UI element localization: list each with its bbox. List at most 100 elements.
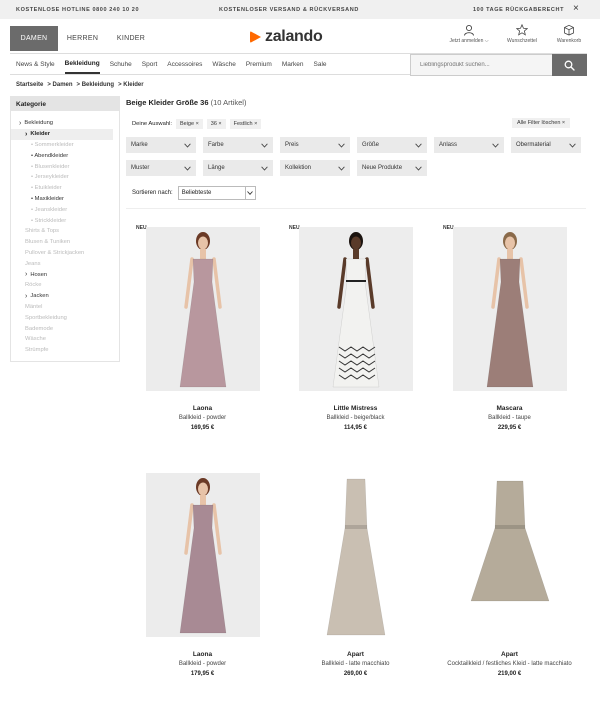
search-button[interactable]: [552, 54, 587, 76]
sidebar-item[interactable]: › Kleider: [11, 128, 113, 140]
filter-dropdown[interactable]: Muster: [126, 160, 196, 176]
sidebar-item[interactable]: • Blusenkleider: [11, 161, 119, 172]
nav-sport[interactable]: Sport: [142, 54, 158, 74]
filter-dropdown[interactable]: Farbe: [203, 137, 273, 153]
sidebar-item[interactable]: • Jerseykleider: [11, 172, 119, 183]
filter-chip-beige[interactable]: Beige ×: [175, 119, 203, 129]
product-image[interactable]: [453, 473, 567, 637]
tab-herren[interactable]: HERREN: [58, 26, 107, 51]
sidebar-item[interactable]: › Bekleidung: [11, 118, 119, 129]
wishlist-button[interactable]: Wunschzettel: [499, 24, 545, 44]
sidebar-item-label: Röcke: [25, 282, 42, 289]
breadcrumb-startseite[interactable]: Startseite: [16, 82, 43, 88]
tab-damen[interactable]: DAMEN: [10, 26, 58, 51]
filter-chip-festlich[interactable]: Festlich ×: [229, 119, 262, 129]
nav-sale[interactable]: Sale: [314, 54, 327, 74]
sidebar-item[interactable]: • Sommerkleider: [11, 140, 119, 151]
filter-label: Anlass: [439, 142, 458, 148]
sidebar-item[interactable]: Mäntel: [11, 302, 119, 313]
product-brand: Laona: [192, 405, 213, 412]
product-card[interactable]: NEU Laona Ballkleid - powder 169,95 €: [126, 222, 279, 452]
top-info-bar: KOSTENLOSE HOTLINE 0800 240 10 20 KOSTEN…: [0, 0, 600, 19]
filter-dropdown[interactable]: Obermaterial: [511, 137, 581, 153]
filter-dropdown[interactable]: Neue Produkte: [357, 160, 427, 176]
sidebar-item-label: Wäsche: [25, 336, 46, 343]
filter-dropdown[interactable]: Größe: [357, 137, 427, 153]
product-image[interactable]: [299, 227, 413, 391]
filter-row-2: Muster Länge Kollektion Neue Produkte: [126, 160, 586, 176]
product-price: 229,95 €: [497, 425, 522, 431]
product-card[interactable]: NEU Little Mistress Ballkleid - beige/blac…: [279, 222, 432, 452]
product-card[interactable]: Apart Cocktailkleid / festliches Kleid - …: [433, 468, 586, 698]
product-brand: Apart: [501, 651, 518, 658]
product-brand: Apart: [347, 651, 364, 658]
sidebar-item-label: Strümpfe: [25, 347, 49, 354]
sidebar-item[interactable]: › Jacken: [11, 291, 119, 302]
sidebar-item[interactable]: › Hosen: [11, 269, 119, 280]
sidebar-item[interactable]: Bademode: [11, 323, 119, 334]
sidebar-list: › Bekleidung › Kleider • Sommerkleider • Aben…: [11, 111, 119, 356]
sidebar-item[interactable]: Sportbekleidung: [11, 312, 119, 323]
product-card[interactable]: Apart Ballkleid - latte macchiato 269,00 €: [279, 468, 432, 698]
breadcrumb-bekleidung[interactable]: > Bekleidung: [77, 82, 115, 88]
reset-filters-button[interactable]: Alle Filter löschen ×: [512, 118, 571, 128]
product-image[interactable]: [299, 473, 413, 637]
sidebar-item[interactable]: • Jeanskleider: [11, 204, 119, 215]
nav-waesche[interactable]: Wäsche: [212, 54, 235, 74]
filter-dropdown[interactable]: Marke: [126, 137, 196, 153]
search-input[interactable]: [410, 54, 552, 76]
sidebar-item-label: Mäntel: [25, 303, 43, 310]
tab-kinder[interactable]: KINDER: [107, 26, 155, 51]
divider: [126, 208, 586, 209]
sidebar-item[interactable]: Shirts & Tops: [11, 226, 119, 237]
product-name: Ballkleid - latte macchiato: [321, 661, 390, 667]
sidebar-item[interactable]: Strümpfe: [11, 345, 119, 356]
filter-dropdown[interactable]: Anlass: [434, 137, 504, 153]
login-button[interactable]: Jetzt anmelden ⌵: [446, 24, 492, 44]
nav-marken[interactable]: Marken: [282, 54, 304, 74]
filter-dropdown[interactable]: Kollektion: [280, 160, 350, 176]
nav-accessoires[interactable]: Accessoires: [167, 54, 202, 74]
results-count: (10 Artikel): [210, 98, 247, 107]
sidebar-item[interactable]: Pullover & Strickjacken: [11, 248, 119, 259]
wishlist-label: Wunschzettel: [507, 38, 537, 44]
sidebar-item[interactable]: Blusen & Tuniken: [11, 237, 119, 248]
breadcrumb-kleider: > Kleider: [118, 82, 144, 88]
filter-dropdown[interactable]: Länge: [203, 160, 273, 176]
search-icon: [564, 60, 575, 71]
product-card[interactable]: Laona Ballkleid - powder 179,95 €: [126, 468, 279, 698]
chevron-down-icon: [415, 142, 422, 148]
sidebar-item[interactable]: • Abendkleider: [11, 150, 119, 161]
filter-dropdown[interactable]: Preis: [280, 137, 350, 153]
sidebar-item[interactable]: • Maxikleider: [11, 194, 119, 205]
hotline-text: KOSTENLOSE HOTLINE 0800 240 10 20: [16, 6, 140, 13]
nav-news-style[interactable]: News & Style: [16, 54, 55, 74]
filter-label: Farbe: [208, 142, 224, 148]
sort-select[interactable]: Beliebteste: [177, 186, 256, 200]
chevron-down-icon: [569, 142, 576, 148]
sidebar-item[interactable]: Jeans: [11, 258, 119, 269]
product-brand: Little Mistress: [333, 405, 378, 412]
chevron-down-icon: [184, 165, 191, 171]
zalando-logo[interactable]: zalando: [250, 28, 323, 46]
sidebar-item[interactable]: • Etuikleider: [11, 183, 119, 194]
login-label: Jetzt anmelden ⌵: [449, 38, 489, 44]
sidebar-item[interactable]: • Strickkleider: [11, 215, 119, 226]
nav-schuhe[interactable]: Schuhe: [110, 54, 132, 74]
close-icon[interactable]: ×: [573, 3, 579, 14]
sidebar-item-label: Shirts & Tops: [25, 228, 60, 235]
product-image[interactable]: [146, 227, 260, 391]
product-image[interactable]: [146, 473, 260, 637]
product-name: Ballkleid - powder: [178, 661, 227, 667]
filter-label: Kollektion: [285, 165, 312, 171]
sidebar-item[interactable]: Wäsche: [11, 334, 119, 345]
breadcrumb-damen[interactable]: > Damen: [47, 82, 72, 88]
nav-bekleidung[interactable]: Bekleidung: [64, 54, 100, 74]
product-image[interactable]: [453, 227, 567, 391]
filter-chip-size[interactable]: 36 ×: [206, 119, 226, 129]
product-card[interactable]: NEU Mascara Ballkleid - taupe 229,95 €: [433, 222, 586, 452]
new-badge: NEU: [136, 225, 147, 231]
cart-button[interactable]: Warenkorb: [552, 24, 586, 44]
nav-premium[interactable]: Premium: [246, 54, 272, 74]
sidebar-item[interactable]: Röcke: [11, 280, 119, 291]
